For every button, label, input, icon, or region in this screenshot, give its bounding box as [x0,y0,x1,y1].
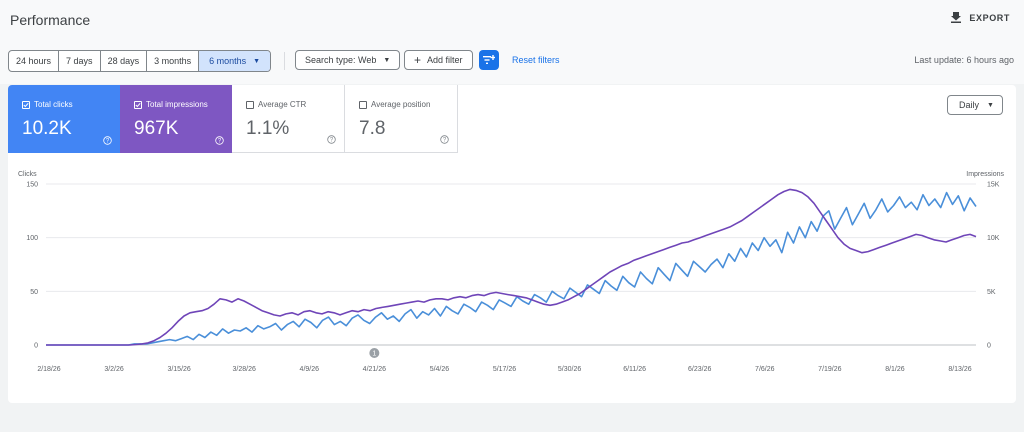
series-line-impressions [46,188,977,346]
divider [284,52,285,70]
caret-down-icon: ▼ [253,57,261,65]
x-tick-label: 8/1/26 [885,366,905,373]
x-tick-label: 6/11/26 [623,366,646,373]
x-tick-label: 8/13/26 [948,366,971,373]
x-tick-label: 4/21/26 [363,366,386,373]
date-range-28-days[interactable]: 28 days [101,51,148,71]
left-axis-title: Clicks [18,171,37,178]
x-tick-label: 7/6/26 [755,366,775,373]
reset-filters-link[interactable]: Reset filters [512,55,560,65]
y-tick-right: 0 [987,343,991,350]
x-tick-label: 2/18/26 [37,366,60,373]
x-tick-label: 5/30/26 [558,366,581,373]
performance-chart: Clicks Impressions 150 15K 100 10K 50 5K 0 0 2/1… [18,171,1005,374]
date-range-6-months-label: 6 months [209,56,247,66]
filter-add-icon [483,55,495,64]
filter-button[interactable] [479,50,499,70]
filter-bar: 24 hours 7 days 28 days 3 months 6 month… [0,40,1024,84]
grid-lines [46,183,976,346]
y-tick-right: 10K [987,235,1000,242]
x-tick-label: 6/23/26 [688,366,711,373]
y-tick-left: 0 [34,343,38,350]
y-tick-right: 15K [987,182,1000,189]
plus-icon: + [414,53,422,67]
x-tick-label: 7/19/26 [818,366,841,373]
export-button[interactable]: EXPORT [951,12,1010,23]
search-type-dropdown[interactable]: Search type: Web ▼ [295,50,401,70]
date-range-6-months[interactable]: 6 months ▼ [199,51,271,71]
y-tick-left: 150 [26,182,38,189]
right-axis-title: Impressions [966,171,1004,178]
header: Performance EXPORT [0,0,1024,41]
add-filter-label: Add filter [427,55,463,65]
annotation-label: 1 [372,351,376,358]
y-tick-left: 50 [30,289,38,296]
export-label: EXPORT [969,12,1010,23]
page-title: Performance [10,12,91,28]
x-tick-label: 4/9/26 [300,366,320,373]
x-tick-label: 5/17/26 [493,366,516,373]
caret-down-icon: ▼ [383,56,391,64]
date-range-3-months[interactable]: 3 months [147,51,200,71]
performance-card: Total clicks 10.2K ? Total impressions 9… [8,85,1016,403]
series-line-clicks [46,191,977,346]
last-update-text: Last update: 6 hours ago [914,55,1014,65]
y-tick-right: 5K [987,289,996,296]
y-tick-left: 100 [26,235,38,242]
x-tick-label: 3/28/26 [233,366,256,373]
download-icon [951,12,962,23]
date-range-selector: 24 hours 7 days 28 days 3 months 6 month… [8,50,272,72]
x-tick-label: 3/2/26 [104,366,124,373]
search-type-label: Search type: Web [305,55,377,65]
add-filter-button[interactable]: + Add filter [404,50,473,70]
x-tick-label: 3/15/26 [167,366,190,373]
axis-ticks: 150 15K 100 10K 50 5K 0 0 2/18/26 3/2/26 3/15/26 3/… [26,182,999,374]
series-lines [46,188,977,346]
annotations: 1 [369,348,380,358]
date-range-24-hours[interactable]: 24 hours [9,51,60,71]
x-tick-label: 5/4/26 [430,366,450,373]
date-range-7-days[interactable]: 7 days [59,51,101,71]
